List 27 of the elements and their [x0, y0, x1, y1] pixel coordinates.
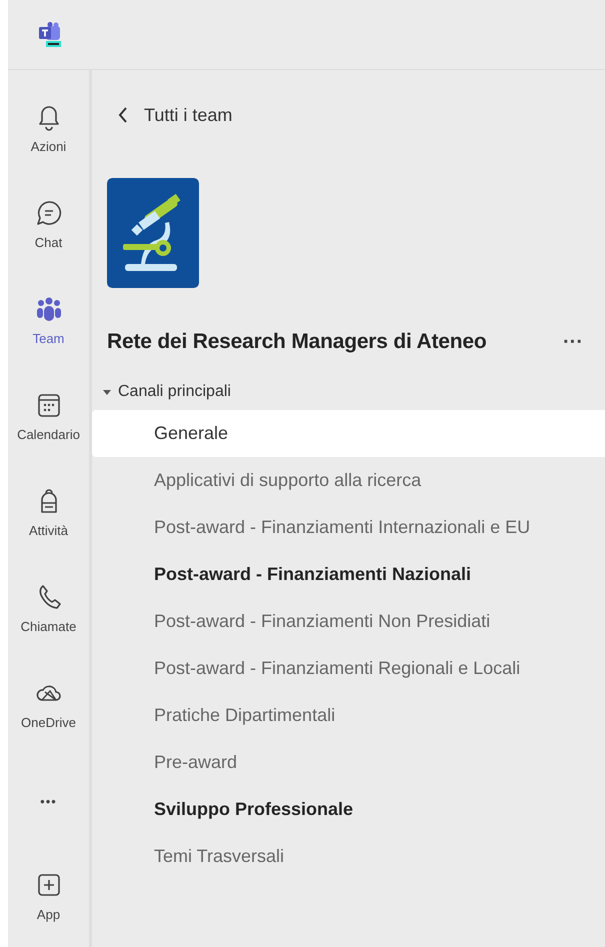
channel-item[interactable]: Generale	[92, 410, 605, 456]
chat-icon[interactable]	[34, 199, 62, 228]
channel-item[interactable]: Temi Trasversali	[92, 832, 605, 880]
back-chevron-icon[interactable]	[118, 107, 128, 123]
rail-label[interactable]: App	[36, 905, 60, 925]
channel-item[interactable]: Applicativi di supporto alla ricerca	[92, 456, 605, 504]
channel-item[interactable]: Post-award - Finanziamenti Internazionali e EU	[92, 504, 605, 550]
rail-label[interactable]: Chiamate	[20, 617, 76, 637]
rail-label[interactable]: Team	[32, 329, 64, 349]
channel-item[interactable]: Post-award - Finanziamenti Regionali e Locali	[92, 644, 605, 692]
team-icon[interactable]	[34, 295, 62, 324]
back-link[interactable]: Tutti i team	[144, 102, 232, 128]
section-header[interactable]: Canali principali	[92, 380, 605, 404]
more-options-button[interactable]: ···	[563, 326, 583, 357]
channel-item[interactable]: Post-award - Finanziamenti Non Presidiati	[92, 598, 605, 644]
channel-item[interactable]: Pratiche Dipartimentali	[92, 692, 605, 738]
app-logo-icon	[38, 22, 62, 48]
rail-label[interactable]: Azioni	[30, 137, 66, 157]
rail-label[interactable]: Attività	[28, 521, 68, 541]
channel-item[interactable]: Pre-award	[92, 738, 605, 786]
team-name: Rete dei Research Managers di Ateneo	[107, 329, 486, 355]
channel-item[interactable]: Post-award - Finanziamenti Nazionali	[92, 550, 605, 598]
channel-item[interactable]: Sviluppo Professionale	[92, 786, 605, 832]
rail-label[interactable]: OneDrive	[21, 713, 76, 733]
rail-label[interactable]: Calendario	[17, 425, 80, 445]
rail-label[interactable]: Chat	[34, 233, 62, 253]
more-apps-button[interactable]: •••	[40, 792, 57, 812]
